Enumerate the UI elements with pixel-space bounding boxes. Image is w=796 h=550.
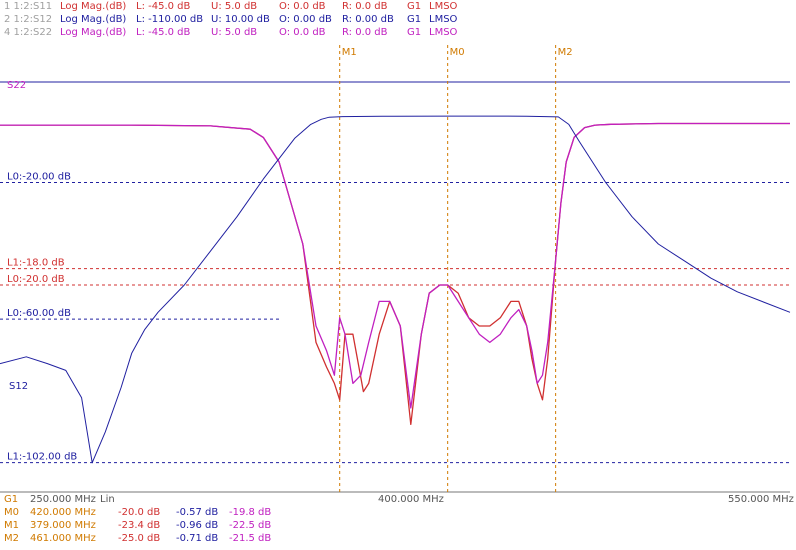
marker-s12: -0.57 dB: [176, 507, 219, 518]
trace-id: 1 1:2:S11: [4, 1, 53, 12]
trace-header-s12[interactable]: 2 1:2:S12 Log Mag.(dB) L: -110.00 dB U: …: [4, 13, 794, 26]
reference-line-label: L1:-18.0 dB: [7, 258, 65, 269]
marker-label[interactable]: M0: [450, 47, 465, 58]
marker-name: M2: [4, 533, 19, 544]
marker-s12: -0.71 dB: [176, 533, 219, 544]
sweep-group: G1: [4, 494, 19, 505]
marker-freq: 379.000 MHz: [30, 520, 96, 531]
trace-s12[interactable]: [0, 115, 791, 464]
marker-s12: -0.96 dB: [176, 520, 219, 531]
marker-name: M0: [4, 507, 19, 518]
marker-freq: 420.000 MHz: [30, 507, 96, 518]
trace-reference: R: 0.0 dB: [342, 27, 388, 38]
sweep-center: 400.000 MHz: [378, 494, 444, 505]
trace-reference: R: 0.00 dB: [342, 14, 394, 25]
marker-name: M1: [4, 520, 19, 531]
trace-format: Log Mag.(dB): [60, 14, 127, 25]
trace-offset: O: 0.0 dB: [279, 1, 326, 12]
trace-offset: O: 0.0 dB: [279, 27, 326, 38]
trace-id: 4 1:2:S22: [4, 27, 53, 38]
trace-upper: U: 10.00 dB: [211, 14, 270, 25]
reference-line-label: L1:-102.00 dB: [7, 452, 77, 463]
trace-plot[interactable]: L0:-20.00 dB L1:-18.0 dB L0:-20.0 dB L0:-60…: [0, 40, 796, 494]
trace-reference: R: 0.0 dB: [342, 1, 388, 12]
trace-group: G1: [407, 14, 422, 25]
trace-s11[interactable]: [0, 122, 790, 426]
trace-mode: LMSO: [429, 27, 458, 38]
trace-group: G1: [407, 1, 422, 12]
trace-header-s22[interactable]: 4 1:2:S22 Log Mag.(dB) L: -45.0 dB U: 5.…: [4, 26, 794, 39]
trace-header-s11[interactable]: 1 1:2:S11 Log Mag.(dB) L: -45.0 dB U: 5.…: [4, 0, 794, 13]
sweep-start: 250.000 MHz: [30, 494, 96, 505]
sweep-scale: Lin: [100, 494, 115, 505]
reference-line-label: L0:-60.00 dB: [7, 308, 71, 319]
sweep-row: G1 250.000 MHz Lin 400.000 MHz 550.000 M…: [4, 494, 794, 506]
marker-s22: -22.5 dB: [229, 520, 272, 531]
trace-tag-s22: S22: [7, 80, 26, 91]
trace-mode: LMSO: [429, 14, 458, 25]
marker-label[interactable]: M2: [558, 47, 573, 58]
trace-s22[interactable]: [0, 122, 790, 409]
trace-id: 2 1:2:S12: [4, 14, 53, 25]
trace-upper: U: 5.0 dB: [211, 1, 258, 12]
marker-row-m0[interactable]: M0 420.000 MHz -20.0 dB -0.57 dB -19.8 d…: [4, 507, 304, 519]
sweep-stop: 550.000 MHz: [728, 494, 794, 505]
trace-lower: L: -45.0 dB: [136, 27, 191, 38]
trace-upper: U: 5.0 dB: [211, 27, 258, 38]
marker-s22: -19.8 dB: [229, 507, 272, 518]
marker-freq: 461.000 MHz: [30, 533, 96, 544]
marker-s22: -21.5 dB: [229, 533, 272, 544]
marker-label[interactable]: M1: [342, 47, 357, 58]
marker-s11: -20.0 dB: [118, 507, 161, 518]
trace-mode: LMSO: [429, 1, 458, 12]
marker-row-m1[interactable]: M1 379.000 MHz -23.4 dB -0.96 dB -22.5 d…: [4, 520, 304, 532]
trace-format: Log Mag.(dB): [60, 1, 127, 12]
trace-lower: L: -110.00 dB: [136, 14, 204, 25]
marker-row-m2[interactable]: M2 461.000 MHz -25.0 dB -0.71 dB -21.5 d…: [4, 533, 304, 545]
reference-line-label: L0:-20.00 dB: [7, 172, 71, 183]
trace-offset: O: 0.00 dB: [279, 14, 332, 25]
trace-group: G1: [407, 27, 422, 38]
marker-s11: -25.0 dB: [118, 533, 161, 544]
trace-format: Log Mag.(dB): [60, 27, 127, 38]
reference-line-label: L0:-20.0 dB: [7, 274, 65, 285]
trace-lower: L: -45.0 dB: [136, 1, 191, 12]
marker-s11: -23.4 dB: [118, 520, 161, 531]
trace-tag-s12: S12: [9, 381, 28, 392]
